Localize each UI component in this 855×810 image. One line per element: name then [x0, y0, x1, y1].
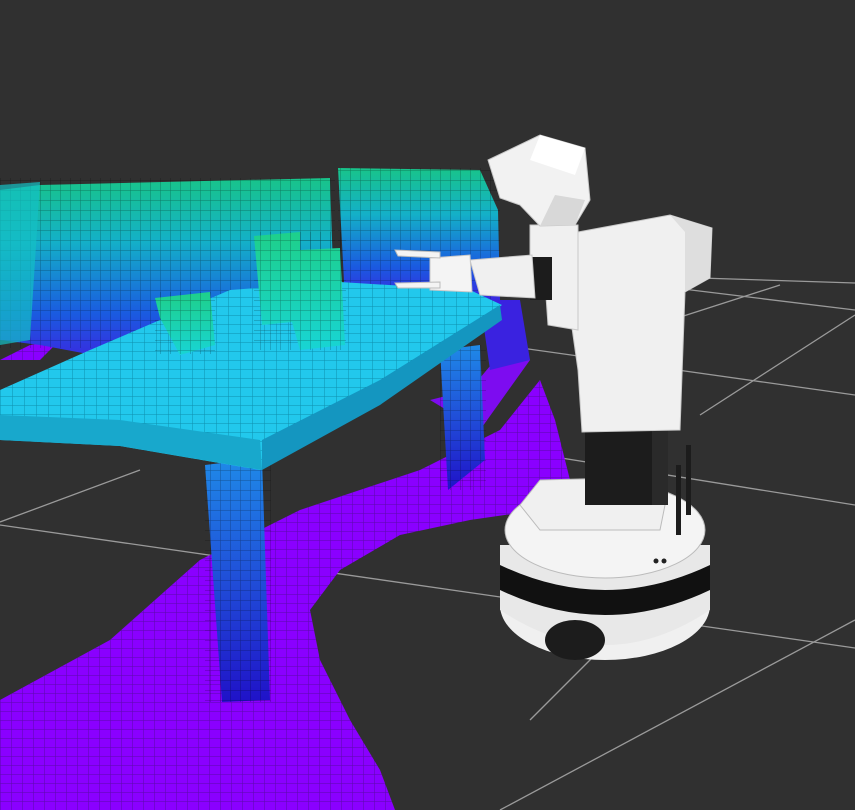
rviz-3d-viewport[interactable] — [0, 0, 855, 810]
robot-torso — [529, 214, 713, 433]
robot-head — [487, 134, 591, 227]
3d-scene[interactable] — [0, 0, 855, 810]
